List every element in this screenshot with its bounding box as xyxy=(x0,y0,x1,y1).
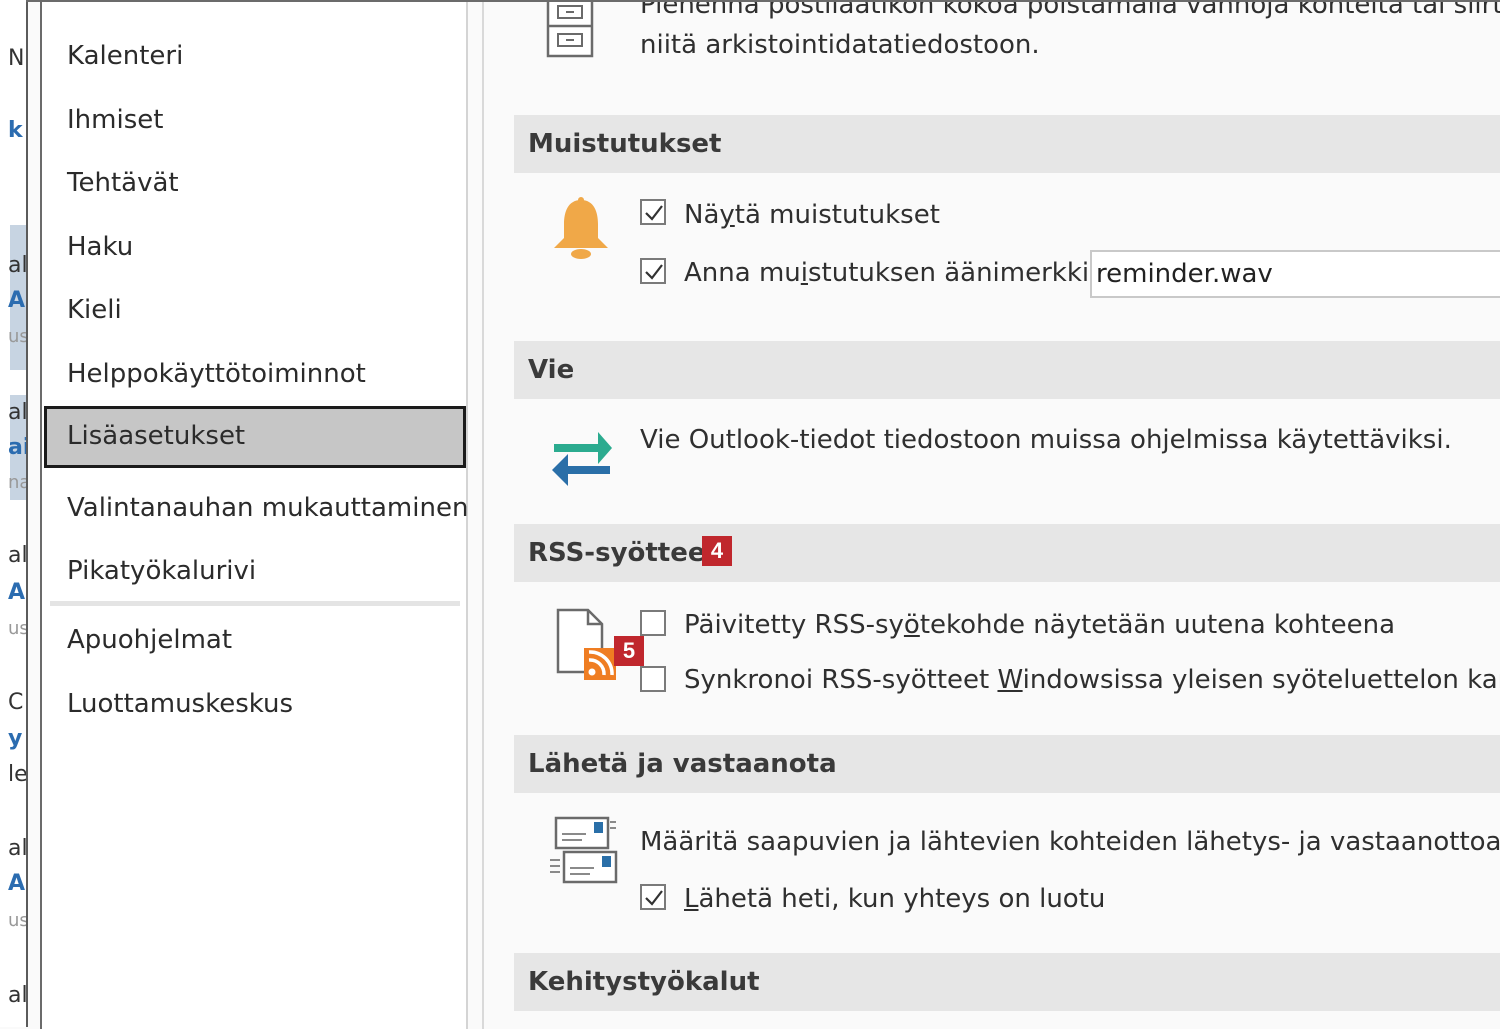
bg-fragment: le xyxy=(8,762,28,787)
export-description[interactable]: Vie Outlook-tiedot tiedostoon muissa ohj… xyxy=(640,423,1452,457)
play-reminder-sound-checkbox[interactable] xyxy=(640,258,666,284)
play-reminder-sound-label: Anna muistutuksen äänimerkki: xyxy=(684,258,1098,288)
bg-fragment: us xyxy=(8,910,28,931)
nav-item-calendar[interactable]: Kalenteri xyxy=(42,26,466,86)
bg-fragment: ai xyxy=(8,435,26,460)
section-header-export: Vie xyxy=(514,341,1500,399)
nav-item-add-ins[interactable]: Apuohjelmat xyxy=(42,610,466,670)
archive-description-line2: niitä arkistointidatatiedostoon. xyxy=(640,30,1040,60)
bg-fragment: us xyxy=(8,618,28,639)
bg-fragment: N xyxy=(8,46,25,71)
bg-fragment: al xyxy=(8,400,28,425)
rss-header-callout-badge: 4 xyxy=(702,536,732,566)
nav-item-trust-center[interactable]: Luottamuskeskus xyxy=(42,674,466,734)
nav-item-people[interactable]: Ihmiset xyxy=(42,90,466,150)
nav-item-customize-ribbon[interactable]: Valintanauhan mukauttaminen xyxy=(42,478,468,538)
nav-item-language[interactable]: Kieli xyxy=(42,280,466,340)
rss-updated-item-checkbox[interactable] xyxy=(640,610,666,636)
export-arrows-icon xyxy=(552,432,612,486)
bg-fragment: A xyxy=(8,288,26,313)
rss-updated-item-label: Päivitetty RSS-syötekohde näytetään uute… xyxy=(684,610,1396,640)
advanced-options-content: Pienennä postilaatikon kokoa poistamalla… xyxy=(514,2,1500,1029)
section-header-developer-tools: Kehitystyökalut xyxy=(514,953,1500,1011)
bg-fragment: al xyxy=(8,543,28,568)
content-divider xyxy=(482,2,484,1029)
background-window-edge: N k al A us al ai na al A us C y le al A… xyxy=(0,0,28,1027)
nav-item-accessibility[interactable]: Helppokäyttötoiminnot xyxy=(42,344,466,404)
send-immediately-label: Lähetä heti, kun yhteys on luotu xyxy=(684,884,1106,914)
bg-fragment: na xyxy=(8,472,26,493)
nav-item-advanced[interactable]: Lisäasetukset xyxy=(44,406,466,468)
bg-fragment: A xyxy=(8,871,26,896)
bg-fragment: us xyxy=(8,326,28,347)
rss-sync-windows-checkbox[interactable] xyxy=(640,666,666,692)
bg-fragment: al xyxy=(8,983,28,1008)
bg-fragment: al xyxy=(8,836,28,861)
rss-icon-callout-badge: 5 xyxy=(614,636,644,666)
archive-description-line1: Pienennä postilaatikon kokoa poistamalla… xyxy=(640,2,1500,20)
bg-fragment: C xyxy=(8,690,24,715)
bg-fragment: k xyxy=(8,118,23,143)
rss-sync-windows-label: Synkronoi RSS-syötteet Windowsissa yleis… xyxy=(684,665,1500,695)
section-header-rss: RSS-syötteet xyxy=(514,524,1500,582)
bg-fragment: y xyxy=(8,726,23,751)
outlook-options-dialog: Kalenteri Ihmiset Tehtävät Haku Kieli He… xyxy=(26,0,1500,1029)
show-reminders-checkbox[interactable] xyxy=(640,199,666,225)
options-navigation: Kalenteri Ihmiset Tehtävät Haku Kieli He… xyxy=(40,2,468,1029)
section-header-reminders: Muistutukset xyxy=(514,115,1500,173)
section-header-send-receive: Lähetä ja vastaanota xyxy=(514,735,1500,793)
bg-fragment: A xyxy=(8,580,26,605)
nav-item-tasks[interactable]: Tehtävät xyxy=(42,153,466,213)
nav-item-search[interactable]: Haku xyxy=(42,217,466,277)
reminder-sound-file-input[interactable]: reminder.wav xyxy=(1090,250,1500,298)
rss-header-label: RSS-syötteet xyxy=(528,538,718,568)
bg-fragment: al xyxy=(8,253,28,278)
archive-cabinet-icon xyxy=(546,2,594,58)
nav-item-quick-access-toolbar[interactable]: Pikatyökalurivi xyxy=(42,541,466,601)
send-immediately-checkbox[interactable] xyxy=(640,884,666,910)
send-receive-icon xyxy=(550,816,618,884)
nav-separator xyxy=(50,601,460,606)
send-receive-description[interactable]: Määritä saapuvien ja lähtevien kohteiden… xyxy=(640,825,1500,859)
bell-icon xyxy=(554,197,608,259)
show-reminders-label: Näytä muistutukset xyxy=(684,200,940,230)
